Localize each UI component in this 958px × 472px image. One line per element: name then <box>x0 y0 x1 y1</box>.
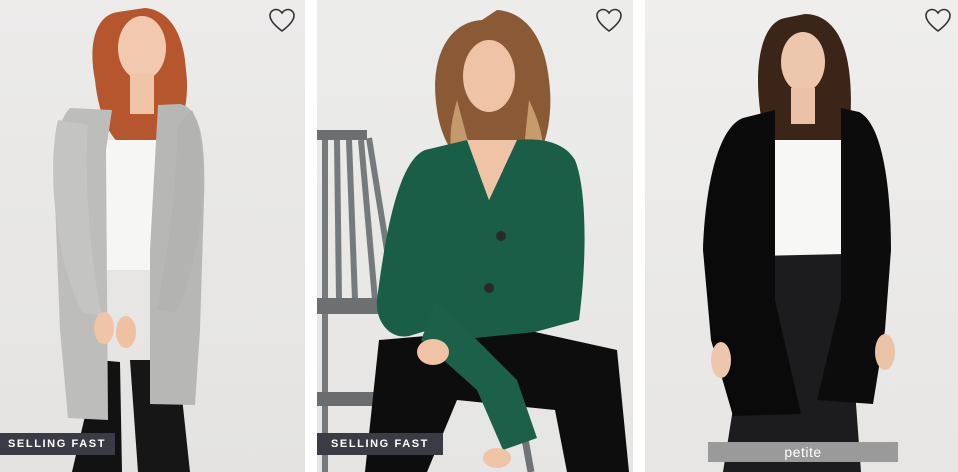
wishlist-heart-icon[interactable] <box>594 6 624 34</box>
wishlist-heart-icon[interactable] <box>267 6 297 34</box>
selling-fast-badge: SELLING FAST <box>317 433 443 455</box>
product-image-grey-cardigan[interactable] <box>0 0 305 472</box>
product-grid: SELLING FAST SELLING FAST petite <box>0 0 958 472</box>
selling-fast-badge: SELLING FAST <box>0 433 115 455</box>
petite-badge: petite <box>708 442 898 462</box>
product-card-black-cardigan[interactable]: petite <box>645 0 958 472</box>
product-card-grey-cardigan[interactable]: SELLING FAST <box>0 0 305 472</box>
wishlist-heart-icon[interactable] <box>923 6 953 34</box>
product-image-black-cardigan[interactable] <box>645 0 958 472</box>
product-card-green-cardigan[interactable]: SELLING FAST <box>317 0 633 472</box>
product-image-green-cardigan[interactable] <box>317 0 633 472</box>
